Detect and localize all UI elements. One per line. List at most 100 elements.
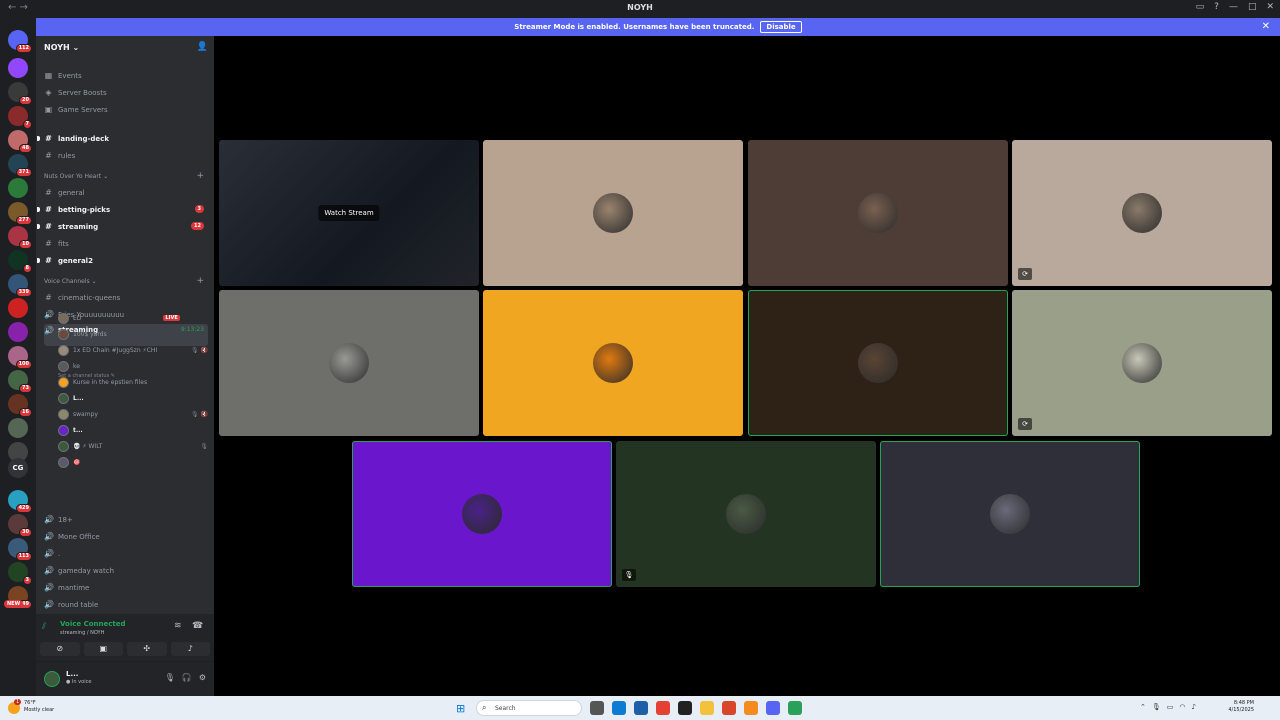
watch-stream-button[interactable]: Watch Stream xyxy=(318,205,380,221)
windows-start-icon[interactable]: ⊞ xyxy=(456,702,465,715)
voice-connected-label[interactable]: Voice Connected xyxy=(60,620,126,628)
participant-tile-7[interactable]: ⟳ xyxy=(1012,290,1272,436)
channel-category[interactable]: Nuts Over Yo Heart ⌄ + xyxy=(44,171,208,181)
server-icon[interactable]: 371 xyxy=(8,154,32,177)
volume-icon[interactable]: ♪ xyxy=(1192,703,1196,711)
chrome-icon[interactable] xyxy=(656,701,670,715)
task-view-icon[interactable] xyxy=(590,701,604,715)
server-icon[interactable]: 73 xyxy=(8,370,32,393)
disable-button[interactable]: Disable xyxy=(760,21,802,33)
text-channel[interactable]: # landing-deck xyxy=(37,131,208,146)
mic-tray-icon[interactable]: 🎙 xyxy=(1152,703,1161,711)
minimize-icon[interactable]: — xyxy=(1229,2,1238,12)
discord-icon[interactable] xyxy=(766,701,780,715)
terminal-icon[interactable] xyxy=(678,701,692,715)
disconnect-icon[interactable]: ☎ xyxy=(192,621,203,631)
voice-channel[interactable]: 🔊 18+ xyxy=(44,512,208,527)
menu-item[interactable]: ◈ Server Boosts xyxy=(44,85,208,100)
office-icon[interactable] xyxy=(722,701,736,715)
user-name[interactable]: L... xyxy=(66,670,78,678)
close-window-icon[interactable]: ✕ xyxy=(1266,2,1274,12)
voice-channel[interactable]: 🔊 round table xyxy=(44,597,208,612)
text-channel[interactable]: # fits xyxy=(44,236,208,251)
participant-tile-3[interactable]: ⟳ xyxy=(1012,140,1272,286)
server-icon[interactable]: 16 xyxy=(8,394,32,417)
server-icon[interactable]: 30 xyxy=(8,514,32,537)
onedrive-icon[interactable] xyxy=(744,701,758,715)
server-icon[interactable]: 113 xyxy=(8,538,32,561)
camera-button[interactable]: ⊘ xyxy=(40,642,80,656)
mic-icon[interactable]: 🎙 xyxy=(165,673,175,682)
text-channel[interactable]: # streaming 12 xyxy=(37,219,208,234)
server-icon[interactable] xyxy=(8,58,28,78)
server-icon[interactable]: 3 xyxy=(8,562,32,585)
inbox-icon[interactable]: ▭ xyxy=(1196,2,1205,12)
edge-icon[interactable] xyxy=(612,701,626,715)
voice-user[interactable]: 💀 ⚡ WILT 🎙 xyxy=(58,439,208,453)
add-channel-icon[interactable]: + xyxy=(196,276,204,286)
help-icon[interactable]: ? xyxy=(1214,2,1219,12)
server-icon[interactable] xyxy=(8,322,28,342)
voice-user[interactable]: t... xyxy=(58,423,208,437)
battery-icon[interactable]: ▭ xyxy=(1167,703,1174,711)
settings-gear-icon[interactable]: ⚙ xyxy=(199,673,206,682)
voice-channel[interactable]: # cinematic-queens xyxy=(44,290,208,305)
participant-tile-1[interactable] xyxy=(483,140,743,286)
tray-chevron-icon[interactable]: ⌃ xyxy=(1140,703,1146,711)
voice-channel[interactable]: 🔊 mantime xyxy=(44,580,208,595)
voice-user[interactable]: Kurse in the epstien files xyxy=(58,375,208,389)
participant-tile-10[interactable] xyxy=(880,441,1140,587)
server-icon[interactable] xyxy=(8,418,28,438)
participant-tile-6[interactable] xyxy=(748,290,1008,436)
text-channel[interactable]: # general2 xyxy=(37,253,208,268)
channel-category[interactable]: Voice Channels ⌄ + xyxy=(44,276,208,286)
weather-widget[interactable]: 76°F Mostly clear xyxy=(24,700,54,714)
server-icon[interactable]: 10 xyxy=(8,226,32,249)
noise-suppression-icon[interactable]: ≋ xyxy=(174,621,182,631)
taskbar-search[interactable]: ⌕ Search xyxy=(476,700,582,716)
participant-tile-4[interactable] xyxy=(219,290,479,436)
server-icon[interactable]: 277 xyxy=(8,202,32,225)
file-explorer-icon[interactable] xyxy=(700,701,714,715)
voice-connected-channel[interactable]: streaming / NOYH xyxy=(60,630,104,636)
signal-icon[interactable]: ⫽ xyxy=(42,622,46,632)
stream-tile[interactable]: Watch Stream xyxy=(219,140,479,286)
voice-channel[interactable]: 🔊. xyxy=(44,546,208,561)
voice-user[interactable]: ke xyxy=(58,359,208,373)
guild-header[interactable]: NOYH ⌄ 👤 xyxy=(36,36,214,60)
voice-user[interactable]: swampy 🎙 🔇 xyxy=(58,407,208,421)
participant-tile-9[interactable]: 🎙 xyxy=(616,441,876,587)
voice-channel[interactable]: 🔊 gameday watch xyxy=(44,563,208,578)
voice-user[interactable]: ED LIVE xyxy=(58,311,208,325)
add-channel-icon[interactable]: + xyxy=(196,171,204,181)
server-icon[interactable] xyxy=(8,178,28,198)
participant-tile-8[interactable] xyxy=(352,441,612,587)
voice-user[interactable]: 100$ yards xyxy=(58,327,208,341)
server-cg[interactable]: CG xyxy=(8,458,28,478)
server-icon[interactable]: 339 xyxy=(8,274,32,297)
menu-item[interactable]: ▣ Game Servers xyxy=(44,102,208,117)
text-channel[interactable]: # rules xyxy=(44,148,208,163)
soundboard-button[interactable]: ♪ xyxy=(170,642,210,656)
voice-user[interactable]: L... xyxy=(58,391,208,405)
maximize-icon[interactable]: □ xyxy=(1248,2,1257,12)
voice-channel[interactable]: 🔊 Mone Office xyxy=(44,529,208,544)
participant-tile-2[interactable] xyxy=(748,140,1008,286)
server-icon[interactable]: 112 xyxy=(8,30,32,53)
taskbar-clock[interactable]: 8:48 PM 4/15/2025 xyxy=(1228,700,1254,714)
screen-share-button[interactable]: ▣ xyxy=(83,642,123,656)
close-banner-icon[interactable]: ✕ xyxy=(1262,21,1270,32)
server-new[interactable]: NEW xyxy=(4,594,28,614)
headphones-icon[interactable]: 🎧 xyxy=(182,673,192,682)
server-icon[interactable]: 7 xyxy=(8,106,32,129)
server-icon[interactable]: 100 xyxy=(8,346,32,369)
invite-icon[interactable]: 👤 xyxy=(197,42,208,52)
participant-tile-5[interactable] xyxy=(483,290,743,436)
voice-user[interactable]: 1x ED Chain #JuggSzn ⚡CHI 🎙 🔇 xyxy=(58,343,208,357)
activities-button[interactable]: ✣ xyxy=(127,642,167,656)
menu-item[interactable]: ▦ Events xyxy=(44,68,208,83)
network-icon[interactable]: ◠ xyxy=(1179,703,1185,711)
server-icon[interactable]: 48 xyxy=(8,130,32,153)
server-icon[interactable] xyxy=(8,298,28,318)
voice-user[interactable]: 🎯 xyxy=(58,455,208,469)
